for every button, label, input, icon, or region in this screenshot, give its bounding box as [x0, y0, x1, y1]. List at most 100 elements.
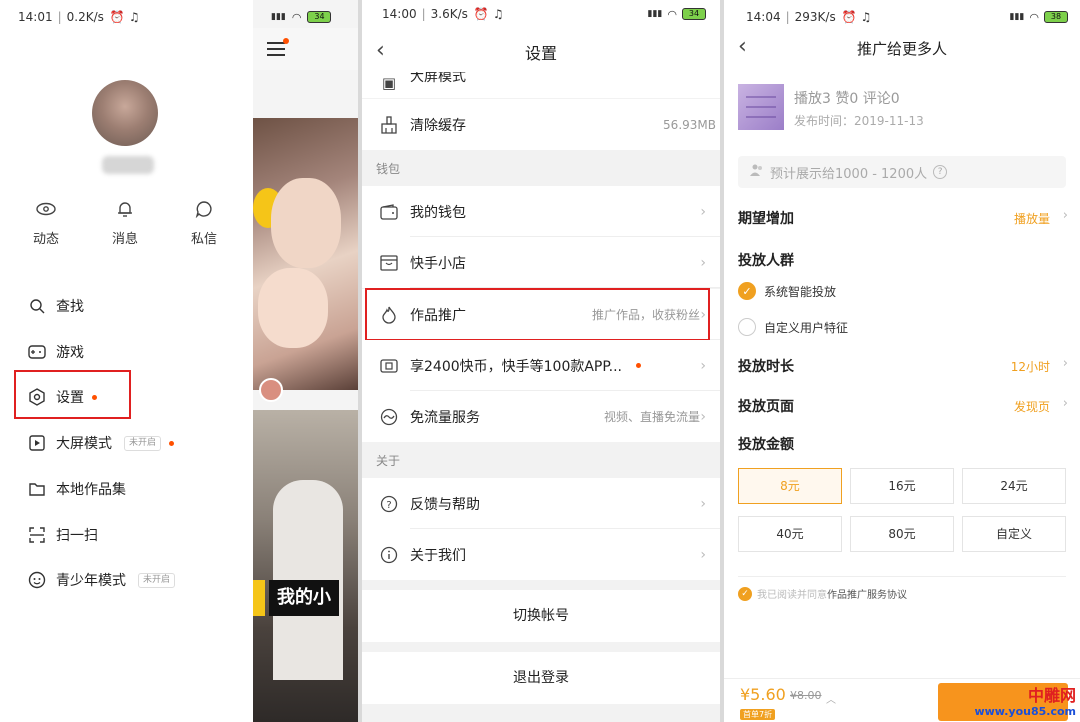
discount-badge: 首单7折 — [740, 709, 776, 720]
logout-button[interactable]: 退出登录 — [362, 652, 720, 704]
page-title: 推广给更多人 — [856, 40, 947, 58]
divider — [738, 576, 1066, 577]
estimate-banner: 预计展示给1000 - 1200人 ? — [738, 156, 1066, 188]
amount-option[interactable]: 16元 — [850, 468, 954, 504]
row-label: 大屏模式 — [410, 72, 466, 85]
settings-screen: 14:00 | 3.6K/s ⏰ ♫ ▮▮▮ ◠ 34 ‹ 设置 ▣ 大屏模式 … — [362, 0, 720, 722]
menu-item-teen-mode[interactable]: 青少年模式 未开启 — [28, 568, 176, 592]
row-label: 关于我们 — [410, 547, 466, 564]
audience-label: 投放人群 — [738, 253, 794, 269]
row-kuaishou-shop[interactable]: 快手小店 › — [362, 237, 720, 288]
option-label: 自定义用户特征 — [764, 320, 849, 335]
amount-option[interactable]: 80元 — [850, 516, 954, 552]
avatar[interactable] — [92, 80, 158, 146]
smiley-icon — [28, 571, 46, 589]
row-label: 免流量服务 — [410, 409, 480, 426]
expect-value[interactable]: 播放量 — [1014, 210, 1050, 227]
status-time: 14:01 — [18, 10, 53, 24]
status-bar: 14:04 | 293K/s ⏰ ♫ ▮▮▮ ◠ 38 — [746, 8, 1068, 26]
feed-photo[interactable] — [253, 118, 358, 390]
menu-item-bigscreen[interactable]: 大屏模式 未开启 — [28, 431, 175, 455]
row-clear-cache[interactable]: 清除缓存 56.93MB — [362, 99, 720, 150]
author-avatar[interactable] — [259, 378, 283, 402]
status-speed: 0.2K/s — [66, 10, 104, 24]
status-bar: ▮▮▮ ◠ 34 — [271, 8, 350, 26]
row-free-data[interactable]: 免流量服务 视频、直播免流量 › — [362, 391, 720, 442]
broom-icon — [378, 114, 400, 136]
page-value[interactable]: 发现页 — [1014, 398, 1050, 415]
menu-item-scan[interactable]: 扫一扫 — [28, 523, 98, 547]
chevron-right-icon: › — [700, 203, 706, 220]
quick-action-messages[interactable]: 消息 — [95, 200, 155, 247]
option-label: 系统智能投放 — [764, 284, 837, 299]
amount-option[interactable]: 8元 — [738, 468, 842, 504]
chevron-up-icon[interactable]: ︿ — [826, 691, 836, 706]
quick-action-private-message[interactable]: 私信 — [174, 200, 234, 247]
bell-icon — [95, 200, 155, 222]
agreement-link[interactable]: 作品推广服务协议 — [827, 586, 907, 601]
menu-icon[interactable] — [267, 42, 285, 56]
amount-option[interactable]: 40元 — [738, 516, 842, 552]
work-thumbnail — [738, 84, 784, 130]
status-bar: 14:00 | 3.6K/s ⏰ ♫ ▮▮▮ ◠ 34 — [362, 0, 720, 28]
battery-icon: 34 — [682, 8, 706, 20]
audience-option-smart[interactable]: ✓ 系统智能投放 — [738, 282, 836, 300]
quick-action-dynamic[interactable]: 动态 — [16, 200, 76, 247]
agreement-text: 我已阅读并同意 — [757, 590, 827, 601]
signal-icon: ▮▮▮ — [1009, 12, 1025, 22]
play-square-icon: ▣ — [381, 74, 397, 92]
price: ¥5.60 — [740, 685, 786, 704]
play-square-icon — [28, 434, 46, 452]
help-icon: ? — [378, 493, 400, 515]
headphone-icon: ♫ — [492, 7, 504, 21]
quick-action-label: 消息 — [111, 232, 138, 247]
highlight-box-promotion — [365, 288, 710, 341]
switch-account-button[interactable]: 切换帐号 — [362, 590, 720, 642]
shop-icon — [378, 252, 400, 274]
face-graphic — [271, 178, 341, 268]
nav-bar: ‹ 推广给更多人 — [724, 28, 1080, 68]
row-label: 享2400快币，快手等100款APP... — [410, 358, 622, 375]
row-coins-offer[interactable]: 享2400快币，快手等100款APP... › — [362, 340, 720, 391]
row-hint: 视频、直播免流量 — [603, 410, 700, 424]
row-feedback-help[interactable]: ? 反馈与帮助 › — [362, 478, 720, 529]
radio-checked-icon: ✓ — [738, 282, 756, 300]
row-bigscreen[interactable]: ▣ 大屏模式 — [362, 72, 720, 98]
alarm-icon: ⏰ — [841, 10, 857, 24]
amount-option[interactable]: 24元 — [962, 468, 1066, 504]
menu-item-local-works[interactable]: 本地作品集 — [28, 477, 126, 501]
amount-label: 投放金额 — [738, 437, 794, 453]
page-title: 设置 — [524, 44, 557, 63]
menu-item-games[interactable]: 游戏 — [28, 340, 84, 364]
video-caption: 我的小 — [253, 580, 339, 616]
coin-card-icon — [378, 355, 400, 377]
audience-option-custom[interactable]: 自定义用户特征 — [738, 318, 848, 336]
chevron-right-icon: › — [700, 357, 706, 374]
feed-preview: ▮▮▮ ◠ 34 我的小 — [253, 0, 358, 722]
expect-label: 期望增加 — [738, 211, 794, 227]
page-label: 投放页面 — [738, 399, 794, 415]
row-about-us[interactable]: 关于我们 › — [362, 529, 720, 580]
status-bar: 14:01 | 0.2K/s ⏰ ♫ — [18, 10, 140, 24]
chevron-right-icon: › — [1062, 356, 1068, 371]
help-icon[interactable]: ? — [933, 165, 948, 179]
status-speed: 3.6K/s — [430, 7, 468, 21]
amount-custom-option[interactable]: 自定义 — [962, 516, 1066, 552]
info-icon — [378, 544, 400, 566]
chevron-right-icon: › — [700, 254, 706, 271]
alarm-icon: ⏰ — [473, 7, 489, 21]
chevron-right-icon: › — [700, 495, 706, 512]
duration-value[interactable]: 12小时 — [1011, 358, 1050, 375]
status-time: 14:04 — [746, 10, 781, 24]
checkbox-checked-icon[interactable]: ✓ — [738, 586, 752, 601]
chat-bubble-icon — [174, 200, 234, 222]
headphone-icon: ♫ — [860, 10, 872, 24]
agreement-row[interactable]: ✓ 我已阅读并同意 作品推广服务协议 — [738, 586, 907, 601]
feed-photo[interactable]: 我的小 — [253, 410, 358, 722]
wave-circle-icon — [378, 406, 400, 428]
menu-item-search[interactable]: 查找 — [28, 294, 84, 318]
chevron-right-icon: › — [1062, 208, 1068, 223]
headphone-icon: ♫ — [128, 10, 140, 24]
row-my-wallet[interactable]: 我的钱包 › — [362, 186, 720, 237]
menu-label: 游戏 — [56, 345, 84, 361]
